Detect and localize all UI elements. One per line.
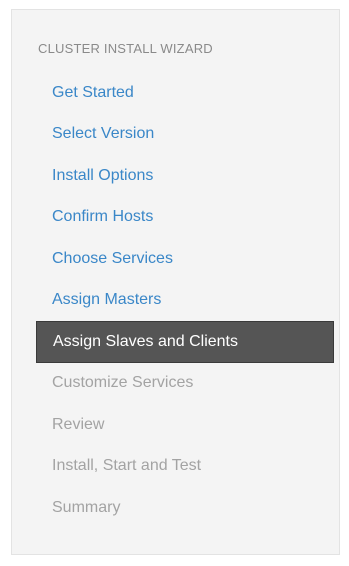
wizard-title: CLUSTER INSTALL WIZARD	[38, 41, 213, 56]
wizard-step-confirm-hosts[interactable]: Confirm Hosts	[36, 197, 334, 239]
wizard-step-install-start-and-test: Install, Start and Test	[52, 457, 202, 475]
wizard-step-select-version[interactable]: Select Version	[36, 114, 334, 156]
wizard-step-choose-services[interactable]: Choose Services	[36, 238, 334, 280]
wizard-steps-list: Get Started Select Version Install Optio…	[36, 72, 334, 529]
wizard-step-customize-services: Customize Services	[52, 374, 194, 392]
wizard-step-assign-masters[interactable]: Assign Masters	[36, 280, 334, 322]
wizard-step-review: Review	[52, 415, 105, 433]
wizard-step-assign-slaves-and-clients: Assign Slaves and Clients	[36, 321, 334, 363]
wizard-step-install-options[interactable]: Install Options	[36, 155, 334, 197]
wizard-step-summary: Summary	[52, 498, 121, 516]
wizard-step-get-started[interactable]: Get Started	[36, 72, 334, 114]
wizard-sidebar: CLUSTER INSTALL WIZARD Get Started Selec…	[11, 9, 340, 555]
